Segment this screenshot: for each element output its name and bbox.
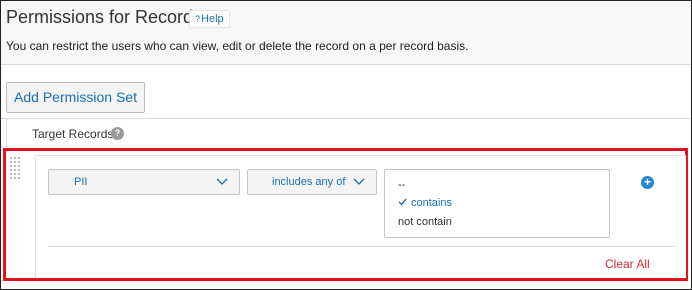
chevron-down-icon — [216, 178, 228, 185]
clear-all-link[interactable]: Clear All — [605, 257, 650, 271]
plus-circle-icon[interactable]: + — [641, 176, 654, 189]
chevron-down-icon — [353, 178, 365, 185]
checkmark-icon — [398, 198, 407, 206]
help-label: Help — [201, 13, 224, 25]
help-link[interactable]: ?Help — [189, 10, 230, 28]
field-select[interactable]: PII — [48, 169, 240, 195]
page-title: Permissions for Records — [6, 7, 203, 27]
rule-divider — [48, 246, 676, 247]
question-circle-icon[interactable]: ? — [111, 127, 124, 140]
add-permission-set-button[interactable]: Add Permission Set — [6, 82, 145, 113]
target-records-label: Target Records — [32, 127, 114, 141]
question-mark-icon: ? — [195, 14, 201, 24]
dropdown-option[interactable]: -- — [398, 179, 405, 191]
field-select-value: PII — [74, 176, 88, 188]
value-dropdown[interactable]: -- contains not contain — [384, 169, 610, 238]
dropdown-option-label: contains — [411, 197, 452, 209]
operator-select-value: includes any of — [272, 176, 346, 188]
dropdown-option[interactable]: not contain — [398, 216, 452, 228]
dropdown-option-selected[interactable]: contains — [398, 197, 452, 209]
drag-handle[interactable] — [10, 157, 20, 183]
operator-select[interactable]: includes any of — [247, 169, 377, 195]
page-description: You can restrict the users who can view,… — [6, 39, 469, 53]
